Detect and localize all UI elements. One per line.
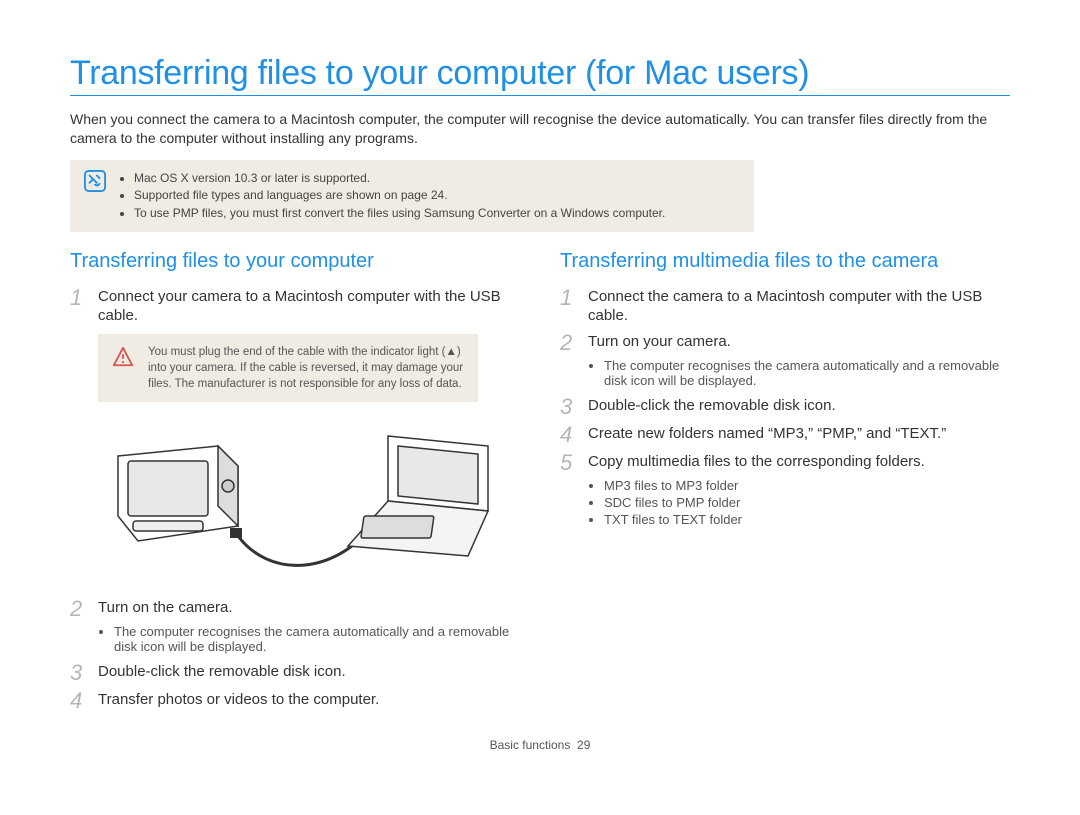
info-note-item: Mac OS X version 10.3 or later is suppor… (134, 170, 740, 187)
step-text: Transfer photos or videos to the compute… (98, 690, 379, 710)
step-number: 3 (560, 396, 582, 418)
sub-bullet: The computer recognises the camera autom… (114, 624, 520, 654)
step-number: 2 (560, 332, 582, 354)
step-2: 2 Turn on your camera. (560, 332, 1010, 354)
step-2-sub: The computer recognises the camera autom… (98, 624, 520, 654)
left-section-heading: Transferring files to your computer (70, 250, 520, 273)
right-column: Transferring multimedia files to the cam… (560, 250, 1010, 716)
step-text: Turn on your camera. (588, 332, 731, 352)
step-text: Copy multimedia files to the correspondi… (588, 452, 925, 472)
step-5-sub: MP3 files to MP3 folder SDC files to PMP… (588, 478, 1010, 527)
footer-page-number: 29 (577, 738, 590, 752)
page-footer: Basic functions 29 (70, 738, 1010, 752)
step-text: Double-click the removable disk icon. (588, 396, 836, 416)
step-number: 3 (70, 662, 92, 684)
step-2-sub: The computer recognises the camera autom… (588, 358, 1010, 388)
step-number: 2 (70, 598, 92, 620)
camera-laptop-illustration (98, 416, 498, 586)
step-4: 4 Create new folders named “MP3,” “PMP,”… (560, 424, 1010, 446)
page-title: Transferring files to your computer (for… (70, 54, 1010, 96)
step-text: Double-click the removable disk icon. (98, 662, 346, 682)
step-text: Turn on the camera. (98, 598, 233, 618)
content-columns: Transferring files to your computer 1 Co… (70, 250, 1010, 716)
sub-bullet: The computer recognises the camera autom… (604, 358, 1010, 388)
footer-section-label: Basic functions (490, 738, 571, 752)
step-text: Create new folders named “MP3,” “PMP,” a… (588, 424, 946, 444)
step-1: 1 Connect your camera to a Macintosh com… (70, 287, 520, 326)
step-text: Connect the camera to a Macintosh comput… (588, 287, 1010, 326)
info-icon (84, 170, 106, 192)
step-text: Connect your camera to a Macintosh compu… (98, 287, 520, 326)
step-3: 3 Double-click the removable disk icon. (70, 662, 520, 684)
warning-text: You must plug the end of the cable with … (148, 344, 464, 392)
info-note-item: To use PMP files, you must first convert… (134, 205, 740, 222)
intro-text: When you connect the camera to a Macinto… (70, 110, 1010, 148)
step-number: 1 (560, 287, 582, 309)
step-5: 5 Copy multimedia files to the correspon… (560, 452, 1010, 474)
info-note-list: Mac OS X version 10.3 or later is suppor… (120, 170, 740, 222)
step-number: 1 (70, 287, 92, 309)
sub-bullet: TXT files to TEXT folder (604, 512, 1010, 527)
step-4: 4 Transfer photos or videos to the compu… (70, 690, 520, 712)
info-note-box: Mac OS X version 10.3 or later is suppor… (70, 160, 754, 232)
step-number: 4 (70, 690, 92, 712)
step-1: 1 Connect the camera to a Macintosh comp… (560, 287, 1010, 326)
manual-page: Transferring files to your computer (for… (0, 0, 1080, 772)
warning-icon (112, 346, 134, 368)
warning-box: You must plug the end of the cable with … (98, 334, 478, 402)
right-section-heading: Transferring multimedia files to the cam… (560, 250, 1010, 273)
sub-bullet: SDC files to PMP folder (604, 495, 1010, 510)
sub-bullet: MP3 files to MP3 folder (604, 478, 1010, 493)
step-2: 2 Turn on the camera. (70, 598, 520, 620)
info-note-item: Supported file types and languages are s… (134, 187, 740, 204)
left-column: Transferring files to your computer 1 Co… (70, 250, 520, 716)
step-number: 4 (560, 424, 582, 446)
step-number: 5 (560, 452, 582, 474)
step-3: 3 Double-click the removable disk icon. (560, 396, 1010, 418)
